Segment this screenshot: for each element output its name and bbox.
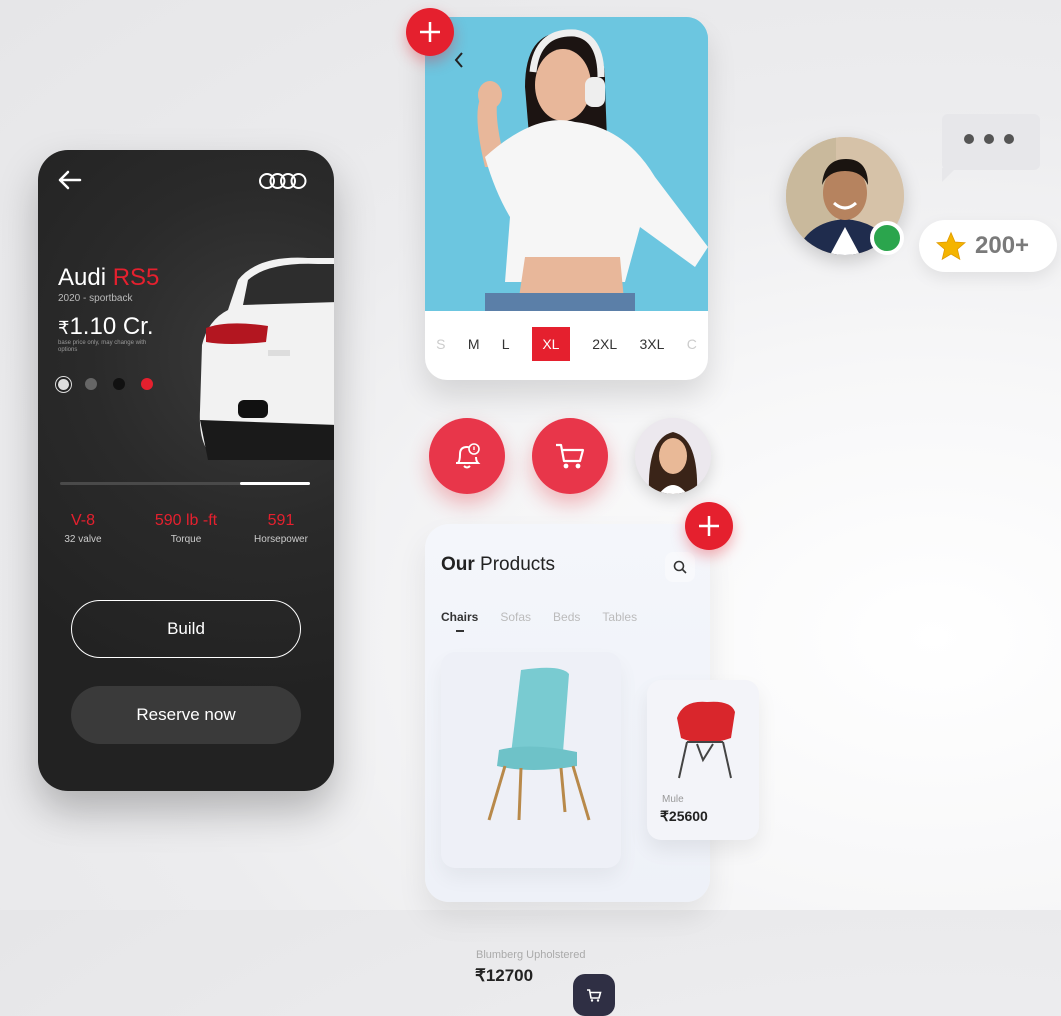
progress-track <box>60 482 310 485</box>
car-model: RS5 <box>112 264 160 291</box>
reserve-now-button[interactable]: Reserve now <box>71 686 301 744</box>
cart-button[interactable] <box>532 418 608 494</box>
car-price: ₹1.10 Cr. <box>58 313 154 340</box>
product-name: Mule <box>662 794 684 805</box>
star-icon <box>935 231 967 261</box>
spec-engine: V-8 32 valve <box>64 512 102 545</box>
product-price: ₹12700 <box>475 966 534 985</box>
car-title: Audi RS5 <box>58 264 160 291</box>
plus-icon <box>699 516 719 536</box>
page-title: Our Products <box>441 554 556 575</box>
tab-tables[interactable]: Tables <box>602 610 637 624</box>
tab-chairs[interactable]: Chairs <box>441 610 478 624</box>
color-selector <box>58 378 153 390</box>
size-option[interactable]: C <box>687 336 697 352</box>
build-button[interactable]: Build <box>71 600 301 658</box>
currency-symbol: ₹ <box>58 318 70 338</box>
audi-logo <box>258 172 308 195</box>
product-name: Blumberg Upholstered <box>476 949 586 961</box>
add-product-button[interactable] <box>685 502 733 550</box>
bubble-tail <box>942 168 956 182</box>
color-swatch-white[interactable] <box>58 378 69 390</box>
category-tabs: Chairs Sofas Beds Tables <box>441 610 637 624</box>
size-option[interactable]: M <box>468 336 480 352</box>
product-price: ₹25600 <box>660 808 708 824</box>
price-note: base price only, may change with options <box>58 340 147 353</box>
chair-image <box>487 667 591 821</box>
size-option[interactable]: 3XL <box>639 336 664 352</box>
add-to-cart-button[interactable] <box>573 974 615 1016</box>
add-button[interactable] <box>406 8 454 56</box>
typing-dots-icon <box>964 134 1014 144</box>
tab-beds[interactable]: Beds <box>553 610 580 624</box>
tab-sofas[interactable]: Sofas <box>500 610 531 624</box>
color-swatch-black[interactable] <box>113 378 125 390</box>
product-card[interactable]: Blumberg Upholstered ₹12700 <box>441 652 621 1016</box>
notification-button[interactable] <box>429 418 505 494</box>
spec-horsepower: 591 Horsepower <box>254 512 308 545</box>
chevron-left-icon[interactable] <box>453 51 465 74</box>
size-option[interactable]: L <box>502 336 510 352</box>
size-option-selected[interactable]: XL <box>531 327 570 361</box>
car-card: Audi RS5 2020 - sportback ₹1.10 Cr. base… <box>38 150 334 791</box>
bell-icon <box>456 443 481 469</box>
color-swatch-grey[interactable] <box>85 378 97 390</box>
avatar[interactable] <box>635 418 711 494</box>
car-image <box>198 250 334 465</box>
rating-count: 200+ <box>975 232 1030 259</box>
rating-badge: 200+ <box>919 220 1057 272</box>
model-photo <box>425 17 708 311</box>
spec-torque: 590 lb -ft Torque <box>154 512 218 545</box>
cart-icon <box>556 443 585 469</box>
plus-icon <box>420 22 440 42</box>
search-icon <box>673 560 687 574</box>
size-selector: S M L XL 2XL 3XL C <box>425 327 708 361</box>
size-option[interactable]: S <box>436 336 445 352</box>
product-card[interactable]: Mule ₹25600 <box>647 680 759 840</box>
size-option[interactable]: 2XL <box>592 336 617 352</box>
fashion-card: S M L XL 2XL 3XL C <box>425 17 708 380</box>
progress-fill <box>240 482 310 485</box>
chair-image <box>677 701 735 779</box>
car-subtitle: 2020 - sportback <box>58 293 133 304</box>
back-arrow-icon[interactable] <box>58 170 82 196</box>
color-swatch-red[interactable] <box>141 378 153 390</box>
search-button[interactable] <box>665 552 695 582</box>
online-status-badge <box>870 221 904 255</box>
tab-indicator <box>456 630 464 632</box>
cart-icon <box>587 989 602 1002</box>
